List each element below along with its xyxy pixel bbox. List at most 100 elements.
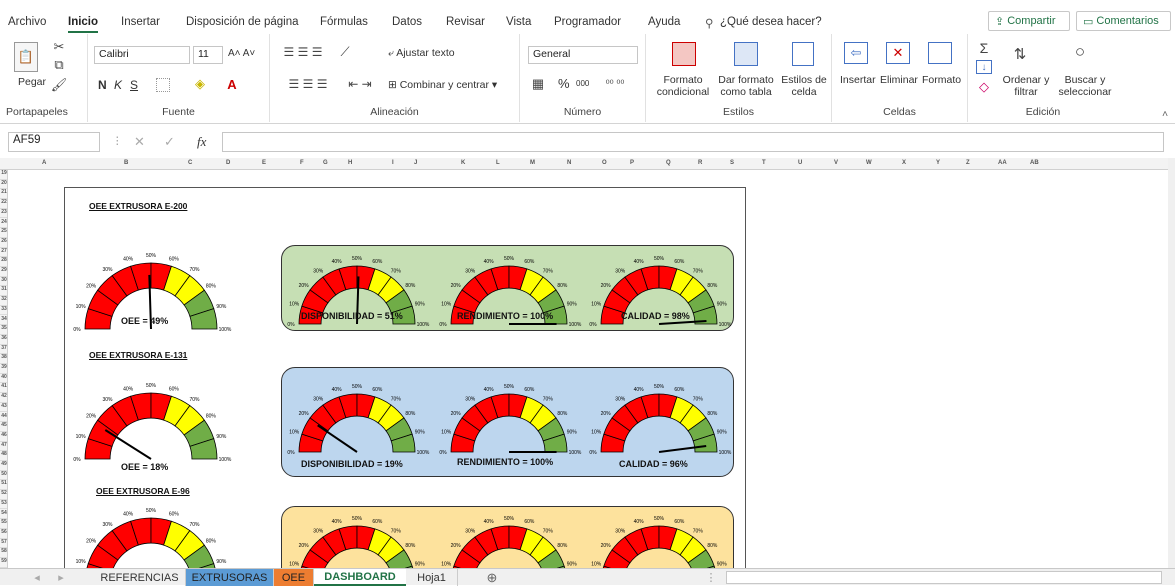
- row-header[interactable]: 52: [0, 490, 7, 500]
- column-header[interactable]: K: [461, 160, 465, 166]
- tab-disposicion[interactable]: Disposición de página: [186, 16, 299, 28]
- column-header[interactable]: X: [902, 160, 906, 166]
- wrap-text-button[interactable]: ⤶ Ajustar texto: [388, 47, 455, 60]
- column-header[interactable]: E: [262, 160, 266, 166]
- merge-center-button[interactable]: ⊞ Combinar y centrar ▾: [388, 79, 497, 91]
- row-header[interactable]: 53: [0, 500, 7, 510]
- percent-button[interactable]: %: [558, 76, 570, 91]
- collapse-ribbon-icon[interactable]: ˄: [1162, 108, 1168, 120]
- row-header[interactable]: 50: [0, 471, 7, 481]
- tab-archivo[interactable]: Archivo: [8, 16, 46, 28]
- find-icon[interactable]: ○: [1068, 40, 1092, 64]
- column-header[interactable]: I: [392, 160, 394, 166]
- column-header[interactable]: F: [300, 160, 304, 166]
- row-header[interactable]: 46: [0, 432, 7, 442]
- italic-button[interactable]: K: [114, 78, 122, 92]
- row-header[interactable]: 39: [0, 364, 7, 374]
- tell-me-search[interactable]: ¿Qué desea hacer?: [720, 16, 822, 28]
- row-header[interactable]: 33: [0, 306, 7, 316]
- search-icon[interactable]: ⚲: [705, 16, 713, 30]
- font-color-icon[interactable]: A: [224, 76, 240, 92]
- row-header[interactable]: 40: [0, 374, 7, 384]
- font-size-select[interactable]: 11: [193, 46, 223, 64]
- conditional-format-icon[interactable]: [672, 42, 696, 66]
- row-header[interactable]: 42: [0, 393, 7, 403]
- vertical-align-icons[interactable]: ☰ ☰ ☰: [278, 44, 328, 60]
- bold-button[interactable]: N: [98, 78, 107, 92]
- cell-styles-button[interactable]: Estilos de celda: [780, 74, 828, 98]
- column-header[interactable]: V: [834, 160, 838, 166]
- column-header[interactable]: L: [496, 160, 500, 166]
- column-header[interactable]: D: [226, 160, 230, 166]
- column-header[interactable]: AB: [1030, 160, 1039, 166]
- column-header[interactable]: P: [630, 160, 634, 166]
- tab-insertar[interactable]: Insertar: [121, 16, 160, 28]
- row-header[interactable]: 59: [0, 558, 7, 568]
- row-header[interactable]: 48: [0, 451, 7, 461]
- prev-sheet-icon[interactable]: ◂: [30, 569, 44, 586]
- row-header[interactable]: 47: [0, 442, 7, 452]
- row-header[interactable]: 31: [0, 286, 7, 297]
- accounting-icon[interactable]: ▦: [528, 76, 548, 92]
- column-header[interactable]: N: [567, 160, 571, 166]
- row-header[interactable]: 49: [0, 461, 7, 471]
- column-header[interactable]: G: [323, 160, 328, 166]
- column-header[interactable]: H: [348, 160, 352, 166]
- orientation-icon[interactable]: ⟋: [336, 44, 354, 60]
- paste-button[interactable]: Pegar: [18, 76, 46, 88]
- row-header[interactable]: 28: [0, 257, 7, 267]
- column-header[interactable]: W: [866, 160, 872, 166]
- insert-function-icon[interactable]: fx: [197, 134, 206, 150]
- column-header[interactable]: U: [798, 160, 802, 166]
- tab-programador[interactable]: Programador: [554, 16, 621, 28]
- grow-font-icon[interactable]: A˄ A˅: [228, 48, 255, 59]
- tab-formulas[interactable]: Fórmulas: [320, 16, 368, 28]
- conditional-format-button[interactable]: Formato condicional: [654, 74, 712, 98]
- column-header[interactable]: J: [414, 160, 417, 166]
- row-header[interactable]: 22: [0, 199, 7, 209]
- format-painter-icon[interactable]: 🖌: [51, 77, 68, 92]
- row-header[interactable]: 38: [0, 354, 7, 364]
- thousands-button[interactable]: 000: [576, 79, 589, 88]
- column-header[interactable]: T: [762, 160, 766, 166]
- indent-icons[interactable]: ⇤ ⇥: [342, 76, 378, 92]
- column-header[interactable]: S: [730, 160, 734, 166]
- tab-vista[interactable]: Vista: [506, 16, 531, 28]
- column-header[interactable]: O: [602, 160, 607, 166]
- copy-icon[interactable]: ⧉: [52, 57, 66, 72]
- row-header[interactable]: 56: [0, 529, 7, 539]
- clear-icon[interactable]: ◇: [976, 79, 992, 94]
- format-cells-button[interactable]: Formato: [922, 74, 961, 86]
- add-sheet-icon[interactable]: ⊕: [482, 569, 502, 586]
- row-header[interactable]: 55: [0, 519, 7, 529]
- row-header[interactable]: 57: [0, 539, 7, 549]
- insert-cells-icon[interactable]: ⇦: [844, 42, 868, 64]
- row-header[interactable]: 41: [0, 383, 7, 394]
- enter-icon[interactable]: ✓: [164, 134, 175, 150]
- format-as-table-button[interactable]: Dar formato como tabla: [718, 74, 774, 98]
- fill-color-icon[interactable]: ◈: [192, 76, 208, 92]
- row-header[interactable]: 21: [0, 189, 7, 200]
- autosum-icon[interactable]: Σ: [976, 40, 992, 56]
- sheet-tab-dashboard[interactable]: DASHBOARD: [314, 569, 406, 586]
- sheet-tab-oee[interactable]: OEE: [274, 569, 314, 586]
- tab-inicio[interactable]: Inicio: [68, 16, 99, 33]
- format-cells-icon[interactable]: [928, 42, 952, 64]
- row-header[interactable]: 44: [0, 413, 7, 423]
- sort-filter-icon[interactable]: ⇅: [1008, 42, 1032, 66]
- find-select-button[interactable]: Buscar y seleccionar: [1056, 74, 1114, 98]
- row-header[interactable]: 43: [0, 403, 7, 413]
- row-header[interactable]: 35: [0, 325, 7, 335]
- row-header[interactable]: 29: [0, 267, 7, 277]
- delete-cells-icon[interactable]: ✕: [886, 42, 910, 64]
- insert-cells-button[interactable]: Insertar: [840, 74, 876, 86]
- row-header[interactable]: 54: [0, 510, 7, 520]
- next-sheet-icon[interactable]: ▸: [54, 569, 68, 586]
- number-format-select[interactable]: General: [528, 46, 638, 64]
- comments-button[interactable]: ▭ Comentarios: [1076, 11, 1171, 31]
- paste-icon[interactable]: 📋: [14, 42, 38, 72]
- underline-button[interactable]: S: [130, 78, 138, 92]
- cell-styles-icon[interactable]: [792, 42, 814, 66]
- sort-filter-button[interactable]: Ordenar y filtrar: [1002, 74, 1050, 98]
- row-header[interactable]: 27: [0, 248, 7, 258]
